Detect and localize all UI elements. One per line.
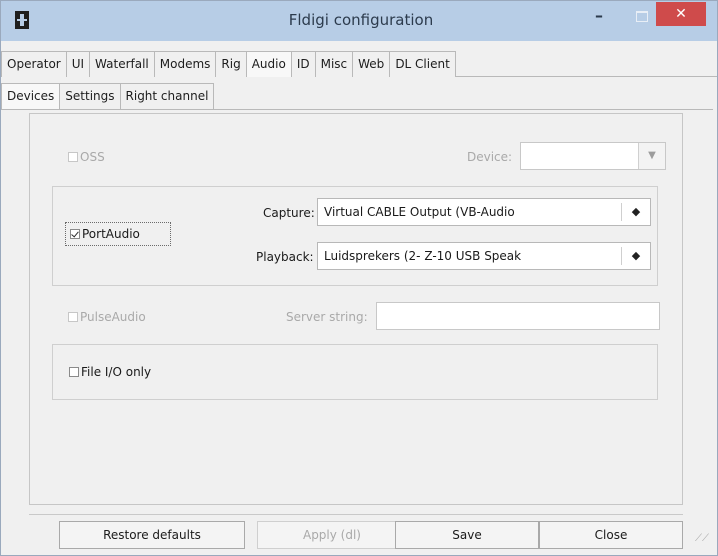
tab-devices[interactable]: Devices (1, 83, 61, 109)
up-down-arrows-icon: ◆ (631, 249, 641, 262)
tab-web[interactable]: Web (353, 51, 391, 77)
maximize-button[interactable] (628, 7, 654, 27)
file-io-group: File I/O only (52, 344, 658, 400)
server-string-input[interactable] (376, 302, 660, 330)
oss-checkbox[interactable]: OSS (68, 150, 105, 164)
tab-settings[interactable]: Settings (60, 83, 121, 109)
close-icon: ✕ (675, 6, 687, 22)
chevron-down-icon: ▼ (648, 150, 656, 161)
tab-id[interactable]: ID (291, 51, 316, 77)
file-io-checkbox[interactable]: File I/O only (69, 365, 151, 379)
save-button[interactable]: Save (395, 521, 539, 549)
title-bar[interactable]: Fldigi configuration – ✕ (1, 1, 717, 41)
button-bar: Restore defaults Apply (dl) Save Close (29, 514, 683, 555)
minimize-button[interactable]: – (586, 7, 612, 27)
tab-modems[interactable]: Modems (154, 51, 217, 77)
file-io-label: File I/O only (81, 365, 152, 379)
config-window: Fldigi configuration – ✕ Operator UI Wat… (0, 0, 718, 556)
devices-panel: OSS Device: ▼ PortAudio Capture: Virtual… (29, 113, 683, 505)
portaudio-label: PortAudio (82, 227, 140, 241)
tab-ui[interactable]: UI (66, 51, 91, 77)
playback-label: Playback: (256, 250, 314, 264)
pulseaudio-checkbox-box (68, 312, 78, 322)
server-string-label: Server string: (286, 310, 368, 324)
audio-subtabs: Devices Settings Right channel (1, 83, 713, 110)
window-title: Fldigi configuration (288, 11, 434, 29)
capture-select[interactable]: Virtual CABLE Output (VB-Audio ◆ (317, 198, 651, 226)
capture-label: Capture: (263, 206, 315, 220)
main-tabs: Operator UI Waterfall Modems Rig Audio I… (1, 51, 531, 77)
up-down-arrows-icon: ◆ (631, 205, 641, 218)
device-dropdown-button[interactable]: ▼ (638, 143, 665, 169)
portaudio-checkbox-box (70, 229, 80, 239)
maximize-icon (636, 11, 648, 22)
close-window-button[interactable]: ✕ (656, 2, 706, 26)
tab-dl-client[interactable]: DL Client (390, 51, 456, 77)
select-divider (621, 247, 622, 265)
oss-label: OSS (80, 150, 105, 164)
oss-checkbox-box (68, 152, 78, 162)
select-divider (621, 203, 622, 221)
file-io-checkbox-box (69, 367, 79, 377)
restore-defaults-button[interactable]: Restore defaults (59, 521, 245, 549)
tab-audio[interactable]: Audio (246, 51, 292, 77)
tab-right-channel[interactable]: Right channel (120, 83, 215, 109)
portaudio-group: PortAudio Capture: Virtual CABLE Output … (52, 186, 658, 286)
device-select[interactable]: ▼ (520, 142, 666, 170)
tab-operator[interactable]: Operator (1, 51, 67, 77)
playback-select[interactable]: Luidsprekers (2- Z-10 USB Speak ◆ (317, 242, 651, 270)
playback-value: Luidsprekers (2- Z-10 USB Speak (324, 249, 522, 263)
pulseaudio-label: PulseAudio (80, 310, 146, 324)
device-label: Device: (467, 150, 513, 164)
close-button[interactable]: Close (539, 521, 683, 549)
pulseaudio-checkbox[interactable]: PulseAudio (68, 310, 146, 324)
minimize-icon: – (595, 6, 603, 25)
resize-grip-icon[interactable]: ⟋⟋ (695, 533, 709, 544)
apply-button[interactable]: Apply (dl) (257, 521, 407, 549)
tab-waterfall[interactable]: Waterfall (90, 51, 155, 77)
portaudio-checkbox[interactable]: PortAudio (65, 222, 171, 246)
tab-misc[interactable]: Misc (315, 51, 354, 77)
capture-value: Virtual CABLE Output (VB-Audio (324, 205, 515, 219)
tab-rig[interactable]: Rig (216, 51, 247, 77)
fldigi-app-icon (15, 11, 29, 29)
